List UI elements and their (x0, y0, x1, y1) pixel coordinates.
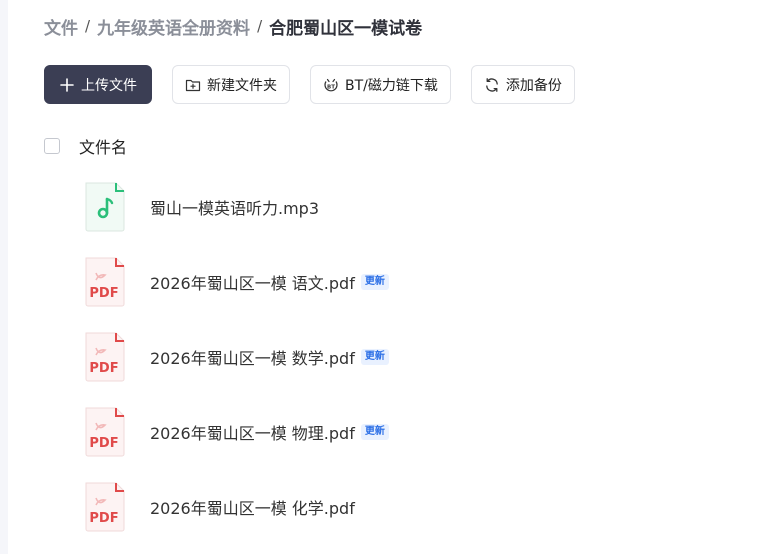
folder-plus-icon (185, 79, 201, 91)
update-badge: 更新 (360, 349, 389, 365)
file-name-text: 2026年蜀山区一模 数学.pdf (150, 349, 355, 368)
breadcrumb: 文件 / 九年级英语全册资料 / 合肥蜀山区一模试卷 (44, 14, 423, 39)
bt-download-button[interactable]: BT BT/磁力链下载 (310, 65, 451, 104)
pdf-icon: PDF (85, 482, 125, 532)
svg-text:BT: BT (327, 84, 335, 90)
column-header-filename[interactable]: 文件名 (79, 134, 127, 158)
new-folder-button[interactable]: 新建文件夹 (172, 65, 290, 104)
file-name[interactable]: 2026年蜀山区一模 化学.pdf (150, 495, 355, 519)
file-row[interactable]: PDF 2026年蜀山区一模 化学.pdf (84, 481, 684, 533)
file-name-text: 2026年蜀山区一模 化学.pdf (150, 499, 355, 518)
plus-icon (60, 77, 74, 92)
file-name-text: 蜀山一模英语听力.mp3 (150, 199, 320, 218)
pdf-icon-label: PDF (89, 286, 118, 301)
sync-icon (486, 77, 498, 92)
file-name-text: 2026年蜀山区一模 语文.pdf (150, 274, 355, 293)
update-badge: 更新 (360, 424, 389, 440)
pdf-icon: PDF (85, 332, 125, 382)
add-backup-button[interactable]: 添加备份 (470, 65, 575, 104)
breadcrumb-item-files[interactable]: 文件 (44, 14, 78, 39)
music-note-icon (85, 182, 125, 232)
toolbar: 上传文件 新建文件夹 BT BT/磁力链下载 添加备份 (44, 65, 595, 104)
select-all-checkbox[interactable] (44, 138, 60, 154)
file-name[interactable]: 2026年蜀山区一模 数学.pdf 更新 (150, 345, 389, 369)
pdf-icon: PDF (85, 407, 125, 457)
breadcrumb-item-current: 合肥蜀山区一模试卷 (269, 18, 423, 39)
new-folder-button-label: 新建文件夹 (207, 77, 277, 94)
add-backup-button-label: 添加备份 (505, 77, 562, 94)
file-row[interactable]: PDF 2026年蜀山区一模 语文.pdf 更新 (84, 256, 684, 308)
breadcrumb-separator: / (85, 17, 91, 35)
update-badge: 更新 (360, 274, 389, 290)
pdf-icon-label: PDF (89, 511, 118, 526)
bt-magnet-icon: BT (324, 78, 338, 91)
file-row[interactable]: PDF 2026年蜀山区一模 物理.pdf 更新 (84, 406, 684, 458)
breadcrumb-separator: / (257, 17, 263, 35)
file-name[interactable]: 2026年蜀山区一模 语文.pdf 更新 (150, 270, 389, 294)
file-row[interactable]: PDF 2026年蜀山区一模 数学.pdf 更新 (84, 331, 684, 383)
pdf-icon-label: PDF (89, 436, 118, 451)
file-name[interactable]: 2026年蜀山区一模 物理.pdf 更新 (150, 420, 389, 444)
file-row[interactable]: 蜀山一模英语听力.mp3 (84, 181, 684, 233)
breadcrumb-item-grade9[interactable]: 九年级英语全册资料 (97, 14, 250, 39)
upload-button[interactable]: 上传文件 (44, 65, 152, 104)
file-name[interactable]: 蜀山一模英语听力.mp3 (150, 195, 319, 219)
pdf-icon-label: PDF (89, 361, 118, 376)
bt-download-button-label: BT/磁力链下载 (345, 77, 438, 94)
file-name-text: 2026年蜀山区一模 物理.pdf (150, 424, 355, 443)
upload-button-label: 上传文件 (81, 77, 137, 94)
pdf-icon: PDF (85, 257, 125, 307)
left-sidebar-edge (0, 0, 8, 554)
file-list-header: 文件名 (44, 135, 127, 157)
